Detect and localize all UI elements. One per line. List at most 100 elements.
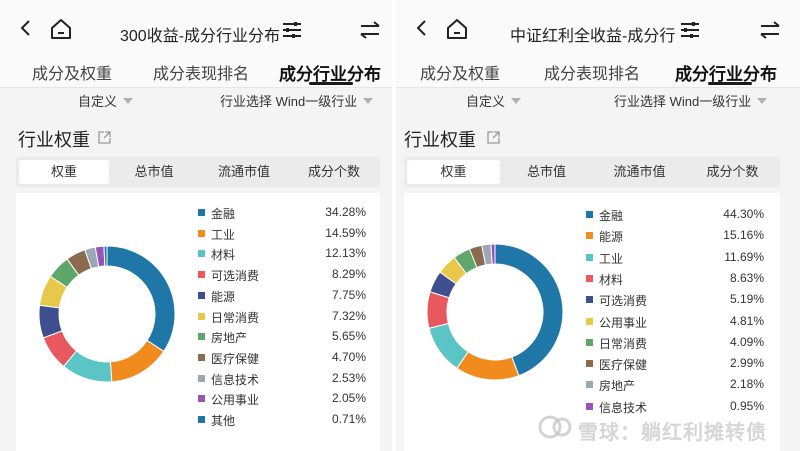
share-icon[interactable] bbox=[98, 131, 111, 144]
legend-swatch bbox=[586, 360, 593, 368]
chart-card: 金融 34.28% 工业 14.59% 材料 12.13% 可选消费 8.29% 能源 7.75%… bbox=[16, 193, 380, 451]
donut-slice[interactable] bbox=[109, 339, 165, 383]
header: 300收益-成分行业分布 bbox=[0, 0, 392, 56]
legend-label: 可选消费 bbox=[599, 294, 648, 309]
metric-segmented-control: 权重 总市值 流通市值 成分个数 bbox=[16, 157, 380, 187]
home-icon[interactable] bbox=[446, 18, 468, 40]
industry-dropdown[interactable]: 行业选择 Wind一级行业 bbox=[220, 91, 374, 110]
legend-swatch bbox=[586, 381, 593, 389]
legend-label: 材料 bbox=[599, 272, 624, 287]
legend-swatch bbox=[586, 338, 593, 346]
legend-item[interactable]: 工业 11.69% bbox=[586, 250, 764, 268]
segment-component-count[interactable]: 成分个数 bbox=[289, 160, 379, 184]
legend-item[interactable]: 其他 0.71% bbox=[198, 412, 366, 430]
filter-icon[interactable] bbox=[282, 22, 302, 38]
legend-item[interactable]: 工业 14.59% bbox=[198, 226, 366, 244]
header: 中证红利全收益-成分行 bbox=[396, 0, 800, 56]
segment-total-mktcap[interactable]: 总市值 bbox=[500, 160, 593, 184]
legend-item[interactable]: 信息技术 0.95% bbox=[586, 399, 764, 417]
segment-total-mktcap[interactable]: 总市值 bbox=[109, 160, 199, 184]
segment-float-mktcap[interactable]: 流通市值 bbox=[593, 160, 686, 184]
legend-value: 4.70% bbox=[331, 349, 366, 364]
left-panel: 300收益-成分行业分布 成分及权重 成分表现排名 成分行业分布 自定义 行业选… bbox=[0, 0, 392, 451]
swap-icon[interactable] bbox=[360, 21, 380, 39]
share-icon[interactable] bbox=[487, 131, 500, 144]
legend-value: 7.75% bbox=[331, 287, 366, 302]
tab-performance-ranking[interactable]: 成分表现排名 bbox=[544, 60, 640, 84]
tab-performance-ranking[interactable]: 成分表现排名 bbox=[153, 60, 249, 84]
legend-item[interactable]: 信息技术 2.53% bbox=[198, 371, 366, 389]
right-panel: 中证红利全收益-成分行 成分及权重 成分表现排名 成分行业分布 自定义 行业选择… bbox=[396, 0, 800, 451]
legend-item[interactable]: 能源 15.16% bbox=[586, 228, 764, 246]
donut-slice[interactable] bbox=[456, 351, 520, 381]
page-title: 中证红利全收益-成分行 bbox=[510, 28, 676, 45]
section-title: 行业权重 bbox=[18, 130, 90, 150]
back-arrow-icon[interactable] bbox=[18, 20, 34, 36]
donut-slice[interactable] bbox=[426, 291, 450, 329]
industry-dropdown-label: 行业选择 Wind一级行业 bbox=[220, 94, 358, 109]
chevron-down-icon bbox=[511, 98, 522, 104]
legend-label: 可选消费 bbox=[211, 269, 260, 284]
legend-item[interactable]: 医疗保健 4.70% bbox=[198, 350, 366, 368]
legend-item[interactable]: 可选消费 8.29% bbox=[198, 267, 366, 285]
legend-value: 5.19% bbox=[729, 292, 764, 307]
custom-dropdown-label: 自定义 bbox=[466, 94, 506, 109]
legend-item[interactable]: 材料 8.63% bbox=[586, 271, 764, 289]
active-tab-indicator bbox=[708, 82, 752, 85]
legend-item[interactable]: 金融 34.28% bbox=[198, 205, 366, 223]
legend-item[interactable]: 房地产 2.18% bbox=[586, 377, 764, 395]
custom-dropdown[interactable]: 自定义 bbox=[78, 91, 134, 110]
legend-label: 工业 bbox=[211, 227, 236, 242]
donut-slice[interactable] bbox=[494, 243, 564, 377]
donut-slice[interactable] bbox=[103, 245, 108, 267]
legend-label: 日常消费 bbox=[599, 336, 648, 351]
legend-item[interactable]: 可选消费 5.19% bbox=[586, 292, 764, 310]
legend-item[interactable]: 医疗保健 2.99% bbox=[586, 356, 764, 374]
page-title: 300收益-成分行业分布 bbox=[120, 28, 281, 45]
donut-slice[interactable] bbox=[490, 243, 496, 265]
legend-swatch bbox=[198, 333, 205, 341]
custom-dropdown[interactable]: 自定义 bbox=[466, 91, 522, 110]
segment-weight[interactable]: 权重 bbox=[19, 160, 109, 184]
tab-components-weights[interactable]: 成分及权重 bbox=[420, 60, 500, 84]
legend-swatch bbox=[198, 229, 205, 237]
home-icon[interactable] bbox=[50, 18, 72, 40]
filter-icon[interactable] bbox=[680, 22, 700, 38]
legend-value: 8.29% bbox=[331, 267, 366, 282]
tab-bar: 成分及权重 成分表现排名 成分行业分布 bbox=[396, 56, 800, 88]
legend-item[interactable]: 日常消费 7.32% bbox=[198, 309, 366, 327]
back-arrow-icon[interactable] bbox=[414, 20, 430, 36]
legend-item[interactable]: 材料 12.13% bbox=[198, 246, 366, 264]
legend-item[interactable]: 日常消费 4.09% bbox=[586, 335, 764, 353]
chart-card: 金融 44.30% 能源 15.16% 工业 11.69% 材料 8.63% 可选消费 5.19%… bbox=[404, 193, 780, 451]
swap-icon[interactable] bbox=[760, 21, 780, 39]
legend-swatch bbox=[586, 232, 593, 240]
legend-item[interactable]: 公用事业 2.05% bbox=[198, 391, 366, 409]
segment-weight[interactable]: 权重 bbox=[407, 160, 500, 184]
legend-value: 8.63% bbox=[729, 270, 764, 285]
legend-value: 0.95% bbox=[729, 398, 764, 413]
donut-slice[interactable] bbox=[106, 245, 176, 353]
legend-swatch bbox=[198, 209, 205, 216]
segment-float-mktcap[interactable]: 流通市值 bbox=[199, 160, 289, 184]
legend-value: 2.99% bbox=[729, 356, 764, 371]
filter-row: 自定义 行业选择 Wind一级行业 bbox=[396, 88, 800, 110]
legend-item[interactable]: 房地产 5.65% bbox=[198, 329, 366, 347]
legend-item[interactable]: 公用事业 4.81% bbox=[586, 314, 764, 332]
segment-component-count[interactable]: 成分个数 bbox=[686, 160, 779, 184]
legend-swatch bbox=[198, 353, 205, 361]
chevron-down-icon bbox=[363, 98, 374, 104]
industry-dropdown[interactable]: 行业选择 Wind一级行业 bbox=[614, 91, 768, 110]
chevron-down-icon bbox=[123, 98, 134, 104]
legend-item[interactable]: 金融 44.30% bbox=[586, 207, 764, 225]
legend-swatch bbox=[198, 416, 205, 423]
legend-label: 公用事业 bbox=[211, 393, 260, 408]
legend-label: 信息技术 bbox=[599, 400, 648, 415]
legend-swatch bbox=[198, 395, 205, 403]
legend-swatch bbox=[586, 296, 593, 304]
tab-bar: 成分及权重 成分表现排名 成分行业分布 bbox=[0, 56, 392, 88]
legend-value: 2.53% bbox=[331, 370, 366, 385]
active-tab-indicator bbox=[309, 82, 353, 85]
tab-components-weights[interactable]: 成分及权重 bbox=[32, 60, 112, 84]
legend-item[interactable]: 能源 7.75% bbox=[198, 288, 366, 306]
